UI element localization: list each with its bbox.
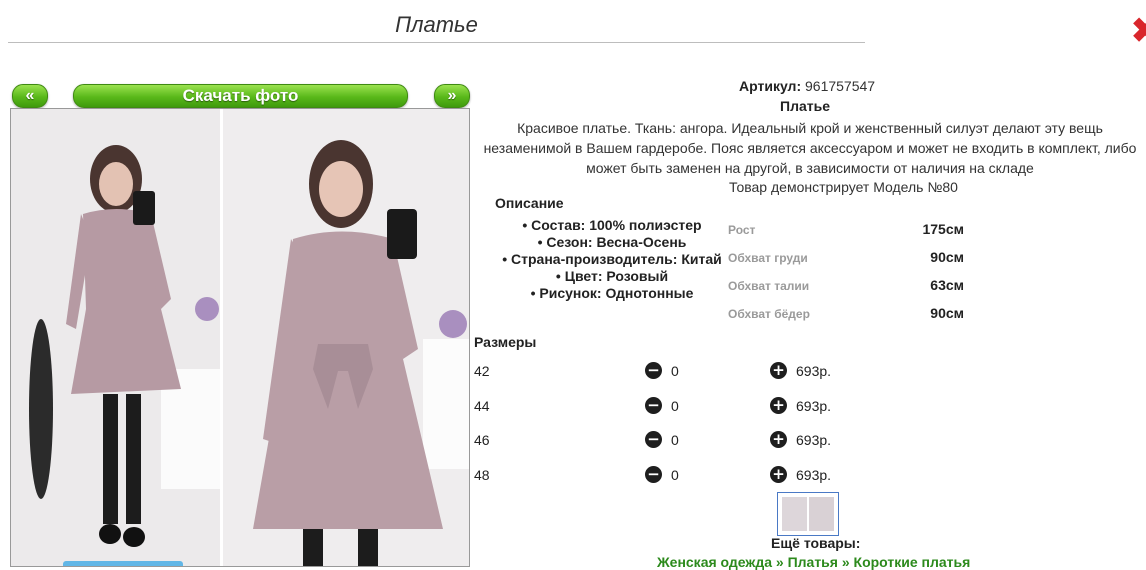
photo-scroll-indicator[interactable] — [63, 561, 183, 566]
minus-circle-icon[interactable]: − — [645, 466, 662, 483]
article-label: Артикул: — [739, 78, 802, 94]
measurement-row: Обхват бёдер 90см — [728, 305, 964, 325]
measurement-value: 63см — [930, 277, 964, 293]
spec-item: • Состав: 100% полиэстер — [522, 217, 702, 233]
measurement-label: Обхват груди — [728, 251, 808, 265]
measurement-label: Рост — [728, 223, 756, 237]
spec-item: • Цвет: Розовый — [555, 268, 669, 284]
model-info: Товар демонстрирует Модель №80 — [729, 179, 958, 195]
model-photo-front — [11, 109, 220, 566]
plus-circle-icon[interactable]: + — [770, 362, 787, 379]
specs-heading: Описание — [495, 195, 564, 211]
product-name: Платье — [780, 98, 830, 114]
specs-list: • Состав: 100% полиэстер • Сезон: Весна-… — [497, 217, 727, 302]
measurement-row: Рост 175см — [728, 221, 964, 241]
prev-photo-button[interactable]: « — [12, 84, 48, 108]
size-price: 693р. — [796, 467, 832, 483]
article-number: 961757547 — [805, 78, 876, 94]
plus-circle-icon[interactable]: + — [770, 431, 787, 448]
measurement-label: Обхват талии — [728, 279, 810, 293]
breadcrumb-link[interactable]: Женская одежда — [657, 554, 772, 570]
category-breadcrumb: Женская одежда » Платья » Короткие плать… — [657, 554, 970, 570]
sizes-heading: Размеры — [474, 334, 537, 350]
spec-item: • Сезон: Весна-Осень — [537, 234, 687, 250]
size-row: 44 − 0 + 693р. — [474, 395, 874, 417]
next-photo-button[interactable]: » — [434, 84, 470, 108]
plus-circle-icon[interactable]: + — [770, 466, 787, 483]
size-price: 693р. — [796, 398, 832, 414]
measurement-value: 90см — [930, 249, 964, 265]
download-photo-button[interactable]: Скачать фото — [73, 84, 408, 108]
quantity-value: 0 — [671, 398, 679, 414]
article-line: Артикул: 961757547 — [739, 78, 875, 94]
product-photo[interactable] — [10, 108, 470, 567]
spec-item: • Рисунок: Однотонные — [530, 285, 694, 301]
size-row: 46 − 0 + 693р. — [474, 429, 874, 451]
breadcrumb-link[interactable]: Платья — [788, 554, 838, 570]
measurement-row: Обхват талии 63см — [728, 277, 964, 297]
size-row: 42 − 0 + 693р. — [474, 360, 874, 382]
breadcrumb-separator: » — [837, 554, 854, 570]
breadcrumb-separator: » — [772, 554, 788, 570]
more-products-heading: Ещё товары: — [771, 535, 861, 551]
product-description: Красивое платье. Ткань: ангора. Идеальны… — [483, 120, 1137, 176]
size-label: 46 — [474, 432, 490, 448]
quantity-value: 0 — [671, 432, 679, 448]
quantity-value: 0 — [671, 467, 679, 483]
measurement-value: 90см — [930, 305, 964, 321]
measurement-row: Обхват груди 90см — [728, 249, 964, 269]
page-title: Платье — [8, 10, 865, 43]
size-price: 693р. — [796, 432, 832, 448]
size-price: 693р. — [796, 363, 832, 379]
measurement-value: 175см — [922, 221, 964, 237]
size-label: 44 — [474, 398, 490, 414]
minus-circle-icon[interactable]: − — [645, 431, 662, 448]
minus-circle-icon[interactable]: − — [645, 397, 662, 414]
spec-item: • Страна-производитель: Китай — [502, 251, 722, 267]
photo-right-half — [223, 109, 469, 566]
model-photo-closeup — [223, 109, 469, 566]
thumbnail-image — [782, 497, 834, 531]
size-label: 42 — [474, 363, 490, 379]
minus-circle-icon[interactable]: − — [645, 362, 662, 379]
photo-left-half — [11, 109, 220, 566]
quantity-value: 0 — [671, 363, 679, 379]
breadcrumb-link[interactable]: Короткие платья — [854, 554, 971, 570]
size-row: 48 − 0 + 693р. — [474, 464, 874, 486]
plus-circle-icon[interactable]: + — [770, 397, 787, 414]
measurement-label: Обхват бёдер — [728, 307, 810, 321]
size-label: 48 — [474, 467, 490, 483]
product-thumbnail[interactable] — [777, 492, 839, 536]
close-icon[interactable]: ✖ — [1131, 14, 1146, 48]
